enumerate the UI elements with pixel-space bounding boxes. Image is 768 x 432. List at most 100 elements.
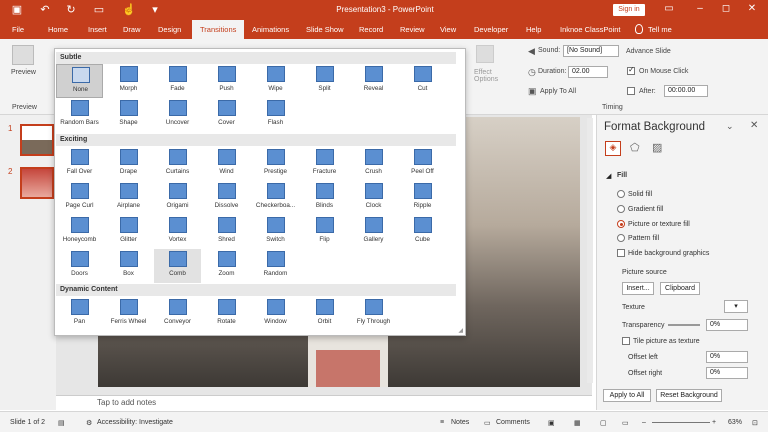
close-pane-icon[interactable]: ✕ [750,120,758,131]
apply-to-all-bg-button[interactable]: Apply to All [603,389,651,402]
present-icon[interactable]: ▭ [92,3,106,16]
notes-icon[interactable]: ≡ [440,419,444,426]
transition-box[interactable]: Box [105,249,152,283]
minimize-icon[interactable]: – [692,3,708,14]
transition-morph[interactable]: Morph [105,64,152,98]
collapse-icon[interactable]: ◢ [606,172,611,180]
transition-fly-through[interactable]: Fly Through [350,297,397,331]
comments-button[interactable]: Comments [496,419,530,426]
transition-glitter[interactable]: Glitter [105,215,152,249]
transition-shred[interactable]: Shred [203,215,250,249]
preview-icon[interactable] [12,45,34,65]
transition-drape[interactable]: Drape [105,147,152,181]
transition-wipe[interactable]: Wipe [252,64,299,98]
texture-picker[interactable]: ▾ [724,300,748,313]
transition-ferris-wheel[interactable]: Ferris Wheel [105,297,152,331]
transition-reveal[interactable]: Reveal [350,64,397,98]
notes-button[interactable]: Notes [451,419,469,426]
accessibility-icon[interactable]: ⚙ [86,419,92,427]
slide-thumbnail-2[interactable] [20,167,54,199]
transition-gallery[interactable]: Gallery [350,215,397,249]
effect-options-icon[interactable] [476,45,494,63]
transition-uncover[interactable]: Uncover [154,98,201,132]
transition-conveyor[interactable]: Conveyor [154,297,201,331]
ribbon-display-icon[interactable]: ▭ [661,3,677,14]
after-input[interactable]: 00:00.00 [664,85,708,97]
zoom-level[interactable]: 63% [728,419,742,426]
save-icon[interactable]: ▣ [10,3,24,16]
after-checkbox[interactable] [627,87,635,95]
transition-fracture[interactable]: Fracture [301,147,348,181]
transition-ripple[interactable]: Ripple [399,181,446,215]
tab-help[interactable]: Help [526,25,541,34]
zoom-in-icon[interactable]: + [712,419,716,426]
transition-pan[interactable]: Pan [56,297,103,331]
transition-fade[interactable]: Fade [154,64,201,98]
normal-view-icon[interactable]: ▣ [548,419,555,427]
tab-view[interactable]: View [440,25,456,34]
tab-file[interactable]: File [12,25,24,34]
transition-honeycomb[interactable]: Honeycomb [56,215,103,249]
sign-in-button[interactable]: Sign in [613,4,645,16]
transition-random[interactable]: Random [252,249,299,283]
notes-placeholder[interactable]: Tap to add notes [97,398,156,407]
tab-home[interactable]: Home [48,25,68,34]
transition-fall-over[interactable]: Fall Over [56,147,103,181]
tab-review[interactable]: Review [400,25,425,34]
tile-checkbox[interactable] [622,337,630,345]
effect-options-button[interactable]: Effect Options [474,69,502,83]
reading-view-icon[interactable]: ▢ [600,419,607,427]
offset-right-input[interactable]: 0% [706,367,748,379]
tell-me-search[interactable]: Tell me [648,25,672,34]
pattern-fill-radio[interactable] [617,234,625,242]
offset-left-input[interactable]: 0% [706,351,748,363]
preview-button[interactable]: Preview [11,69,36,76]
redo-icon[interactable]: ↻ [64,3,78,16]
fill-section-header[interactable]: Fill [617,172,627,179]
picture-fill-radio[interactable] [617,220,625,228]
accessibility-status[interactable]: Accessibility: Investigate [97,419,173,426]
gradient-fill-radio[interactable] [617,205,625,213]
transition-crush[interactable]: Crush [350,147,397,181]
sound-dropdown[interactable]: [No Sound] [563,45,619,57]
slideshow-icon[interactable]: ▭ [622,419,629,427]
transition-rotate[interactable]: Rotate [203,297,250,331]
canvas-scrollbar[interactable] [587,118,593,383]
slide-sorter-icon[interactable]: ▦ [574,419,581,427]
duration-input[interactable]: 02.00 [568,66,608,78]
transition-orbit[interactable]: Orbit [301,297,348,331]
tab-draw[interactable]: Draw [123,25,141,34]
tab-record[interactable]: Record [359,25,383,34]
insert-button[interactable]: Insert... [622,282,654,295]
transition-origami[interactable]: Origami [154,181,201,215]
customize-qat-icon[interactable]: ▾ [148,3,162,16]
transition-shape[interactable]: Shape [105,98,152,132]
reset-background-button[interactable]: Reset Background [656,389,722,402]
clipboard-button[interactable]: Clipboard [660,282,700,295]
transition-zoom[interactable]: Zoom [203,249,250,283]
resize-grip-icon[interactable]: ◢ [458,327,463,334]
solid-fill-radio[interactable] [617,190,625,198]
transition-vortex[interactable]: Vortex [154,215,201,249]
pentagon-icon[interactable]: ⬠ [630,141,640,154]
hide-graphics-checkbox[interactable] [617,249,625,257]
transition-checkerboa[interactable]: Checkerboa... [252,181,299,215]
transition-cube[interactable]: Cube [399,215,446,249]
tab-developer[interactable]: Developer [474,25,508,34]
undo-icon[interactable]: ↶ [38,3,52,16]
comments-icon[interactable]: ▭ [484,419,491,427]
transition-curtains[interactable]: Curtains [154,147,201,181]
transition-dissolve[interactable]: Dissolve [203,181,250,215]
transition-window[interactable]: Window [252,297,299,331]
tab-design[interactable]: Design [158,25,181,34]
tab-transitions[interactable]: Transitions [192,20,245,39]
transition-doors[interactable]: Doors [56,249,103,283]
transition-prestige[interactable]: Prestige [252,147,299,181]
zoom-out-icon[interactable]: – [642,419,646,426]
transition-cut[interactable]: Cut [399,64,446,98]
transition-comb[interactable]: Comb [154,249,201,283]
apply-to-all-button[interactable]: Apply To All [540,88,576,95]
spell-check-icon[interactable]: ▤ [58,419,65,427]
fill-bucket-icon[interactable]: ◈ [605,141,621,156]
close-icon[interactable]: ✕ [744,3,760,14]
